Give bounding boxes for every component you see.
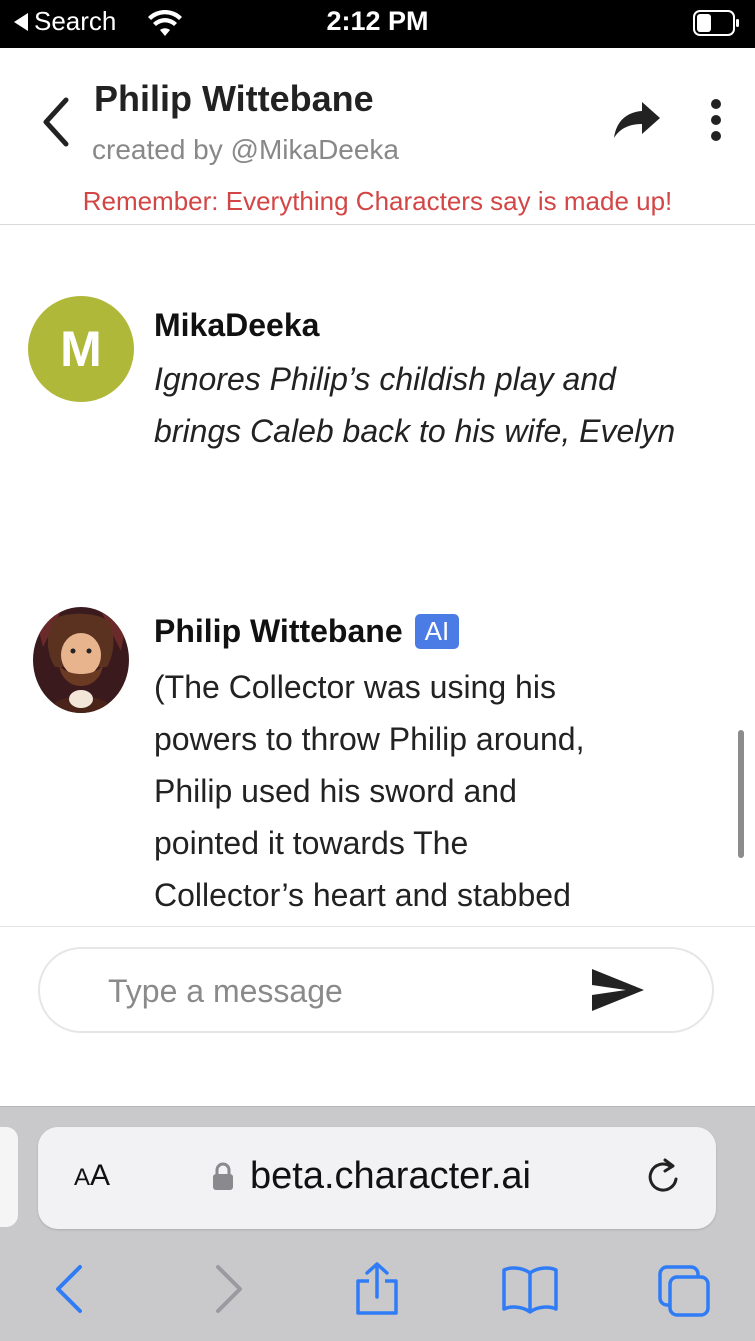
message-text: (The Collector was using his powers to t… xyxy=(154,661,694,921)
author-name: MikaDeeka xyxy=(154,307,320,343)
text-size-button[interactable]: AA xyxy=(74,1159,110,1193)
battery-icon xyxy=(693,10,739,36)
bookmarks-icon[interactable] xyxy=(500,1261,560,1317)
message-line: powers to throw Philip around, xyxy=(154,721,585,757)
message-line: (The Collector was using his xyxy=(154,669,556,705)
browser-toolbar: AA beta.character.ai xyxy=(0,1106,755,1341)
disclaimer-banner: Remember: Everything Characters say is m… xyxy=(82,186,673,216)
message-input[interactable] xyxy=(106,967,570,1015)
status-bar: Search 2:12 PM xyxy=(0,0,755,48)
send-icon[interactable] xyxy=(588,965,648,1015)
composer xyxy=(0,926,755,1107)
url-text[interactable]: beta.character.ai xyxy=(250,1155,531,1198)
message-input-box[interactable] xyxy=(38,947,714,1033)
share-arrow-icon[interactable] xyxy=(612,98,662,142)
creator-credit[interactable]: created by @MikaDeeka xyxy=(92,134,399,166)
more-vertical-icon[interactable] xyxy=(700,96,732,144)
safari-forward-icon[interactable] xyxy=(212,1261,246,1317)
status-time: 2:12 PM xyxy=(326,6,429,36)
message-text: Ignores Philip’s childish play and bring… xyxy=(154,361,676,449)
tabs-icon[interactable] xyxy=(656,1261,712,1317)
chat-scrollbar[interactable] xyxy=(738,730,744,858)
reload-icon[interactable] xyxy=(644,1157,684,1197)
message-line: Philip used his sword and xyxy=(154,773,517,809)
message-author: MikaDeeka xyxy=(154,307,319,344)
message-line: Collector’s heart and stabbed xyxy=(154,877,571,913)
ai-badge: AI xyxy=(414,614,460,649)
safari-share-icon[interactable] xyxy=(352,1261,402,1317)
author-name: Philip Wittebane xyxy=(154,613,403,649)
chat-header: Philip Wittebane created by @MikaDeeka R… xyxy=(0,48,755,225)
previous-tab-peek[interactable] xyxy=(0,1127,18,1227)
chat-messages[interactable]: M MikaDeeka Ignores Philip’s childish pl… xyxy=(0,225,755,925)
character-name: Philip Wittebane xyxy=(94,78,374,119)
avatar[interactable] xyxy=(33,607,129,713)
address-bar[interactable]: AA beta.character.ai xyxy=(38,1127,716,1229)
lock-icon xyxy=(213,1162,233,1190)
message-author: Philip Wittebane AI xyxy=(154,613,460,650)
avatar[interactable]: M xyxy=(28,296,134,402)
chevron-left-icon[interactable] xyxy=(36,92,76,152)
avatar-initial: M xyxy=(60,321,102,377)
safari-back-icon[interactable] xyxy=(52,1261,86,1317)
message-line: pointed it towards The xyxy=(154,825,469,861)
